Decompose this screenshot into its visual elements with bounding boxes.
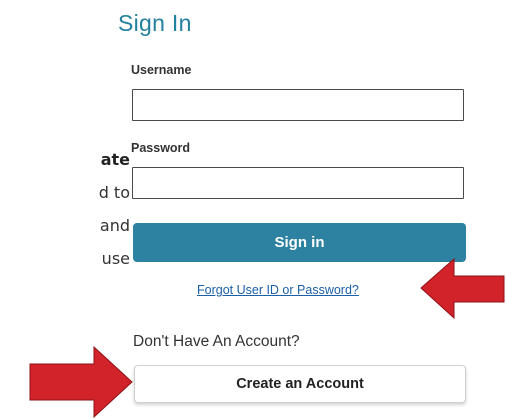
username-label: Username (131, 63, 192, 77)
page-title: Sign In (118, 10, 192, 36)
instruction-line: use (101, 249, 130, 268)
password-label: Password (131, 141, 191, 155)
instruction-line: and (99, 216, 130, 235)
username-input[interactable] (132, 89, 464, 121)
arrow-pointing-right-icon (29, 345, 133, 419)
password-input[interactable] (132, 167, 464, 199)
instruction-line: d to (98, 183, 130, 202)
no-account-text: Don't Have An Account? (133, 333, 300, 350)
forgot-credentials-link[interactable]: Forgot User ID or Password? (197, 283, 359, 297)
arrow-pointing-left-icon (420, 257, 505, 320)
sign-in-button[interactable]: Sign in (133, 223, 466, 262)
instruction-line: ate (100, 150, 130, 169)
create-account-button[interactable]: Create an Account (134, 365, 466, 403)
